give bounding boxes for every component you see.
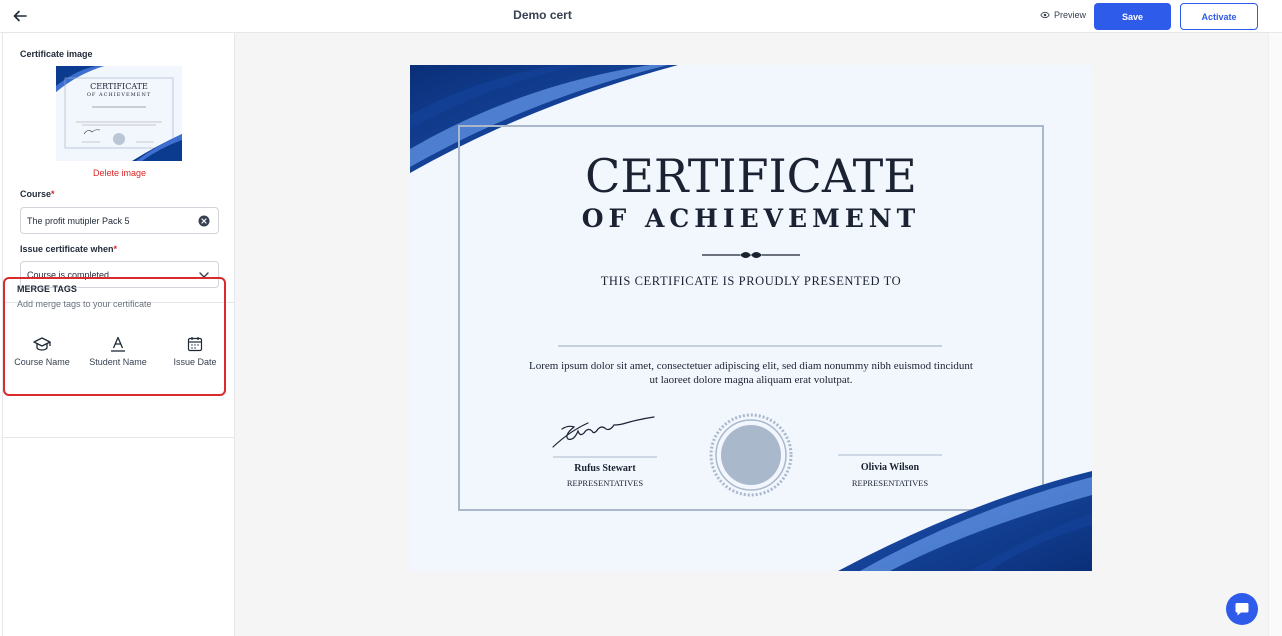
certificate-subheading: OF ACHIEVEMENT bbox=[581, 204, 921, 233]
course-value: The profit mutipler Pack 5 bbox=[27, 215, 130, 226]
eye-icon bbox=[1040, 11, 1050, 19]
course-label-text: Course bbox=[20, 189, 52, 199]
merge-tags-subtitle: Add merge tags to your certificate bbox=[17, 299, 152, 309]
course-select[interactable]: The profit mutipler Pack 5 bbox=[20, 207, 219, 234]
page-title: Demo cert bbox=[513, 8, 572, 22]
merge-tag-label: Student Name bbox=[89, 357, 147, 367]
signer2-name: Olivia Wilson bbox=[860, 462, 920, 473]
save-button[interactable]: Save bbox=[1094, 3, 1171, 30]
top-bar: Demo cert Preview Save Activate bbox=[0, 0, 1282, 33]
merge-tag-course-name[interactable]: Course Name bbox=[10, 336, 74, 367]
certificate-artwork bbox=[410, 65, 1092, 571]
certificate-heading: CERTIFICATE bbox=[585, 149, 917, 203]
certificate-body-line2: ut laoreet dolore magna aliquam erat vol… bbox=[649, 374, 853, 386]
activate-button[interactable]: Activate bbox=[1180, 3, 1258, 30]
course-required-mark: * bbox=[51, 189, 55, 199]
signer1-name: Rufus Stewart bbox=[574, 463, 636, 474]
course-label: Course* bbox=[20, 189, 55, 199]
merge-tag-label: Course Name bbox=[14, 357, 70, 367]
vertical-scrollbar[interactable] bbox=[1268, 33, 1282, 636]
merge-tag-label: Issue Date bbox=[173, 357, 217, 367]
presented-to-text: THIS CERTIFICATE IS PROUDLY PRESENTED TO bbox=[600, 274, 902, 288]
certificate-body-line1: Lorem ipsum dolor sit amet, consectetuer… bbox=[529, 360, 973, 372]
signer1-role: REPRESENTATIVES bbox=[566, 478, 644, 488]
merge-tag-student-name[interactable]: Student Name bbox=[86, 336, 150, 367]
clear-circle-icon[interactable] bbox=[198, 215, 210, 227]
certificate-preview[interactable]: CERTIFICATE OF ACHIEVEMENT THIS CERTIFIC… bbox=[410, 65, 1092, 571]
certificate-image-label: Certificate image bbox=[20, 49, 93, 59]
signer2-role: REPRESENTATIVES bbox=[851, 478, 929, 488]
merge-tags-title: MERGE TAGS bbox=[17, 284, 77, 294]
issue-required-mark: * bbox=[113, 244, 118, 254]
issue-label-text: Issue certificate when bbox=[20, 244, 114, 254]
issue-certificate-label: Issue certificate when* bbox=[20, 244, 117, 254]
preview-label: Preview bbox=[1054, 10, 1087, 20]
preview-button[interactable]: Preview bbox=[1040, 10, 1086, 20]
thumbnail-heading: CERTIFICATE bbox=[90, 82, 148, 91]
thumbnail-subheading: OF ACHIEVEMENT bbox=[86, 92, 152, 98]
merge-tag-issue-date[interactable]: Issue Date bbox=[163, 336, 227, 367]
certificate-thumbnail[interactable]: CERTIFICATE OF ACHIEVEMENT bbox=[56, 66, 182, 161]
chat-bubble-icon bbox=[1235, 603, 1249, 616]
calendar-icon bbox=[187, 337, 203, 352]
text-format-icon bbox=[111, 336, 125, 352]
graduation-cap-icon bbox=[33, 337, 51, 351]
chat-launcher-button[interactable] bbox=[1226, 593, 1258, 625]
section-divider bbox=[3, 437, 236, 438]
certificate-thumbnail-graphic bbox=[56, 66, 182, 161]
delete-image-link[interactable]: Delete image bbox=[3, 168, 236, 178]
